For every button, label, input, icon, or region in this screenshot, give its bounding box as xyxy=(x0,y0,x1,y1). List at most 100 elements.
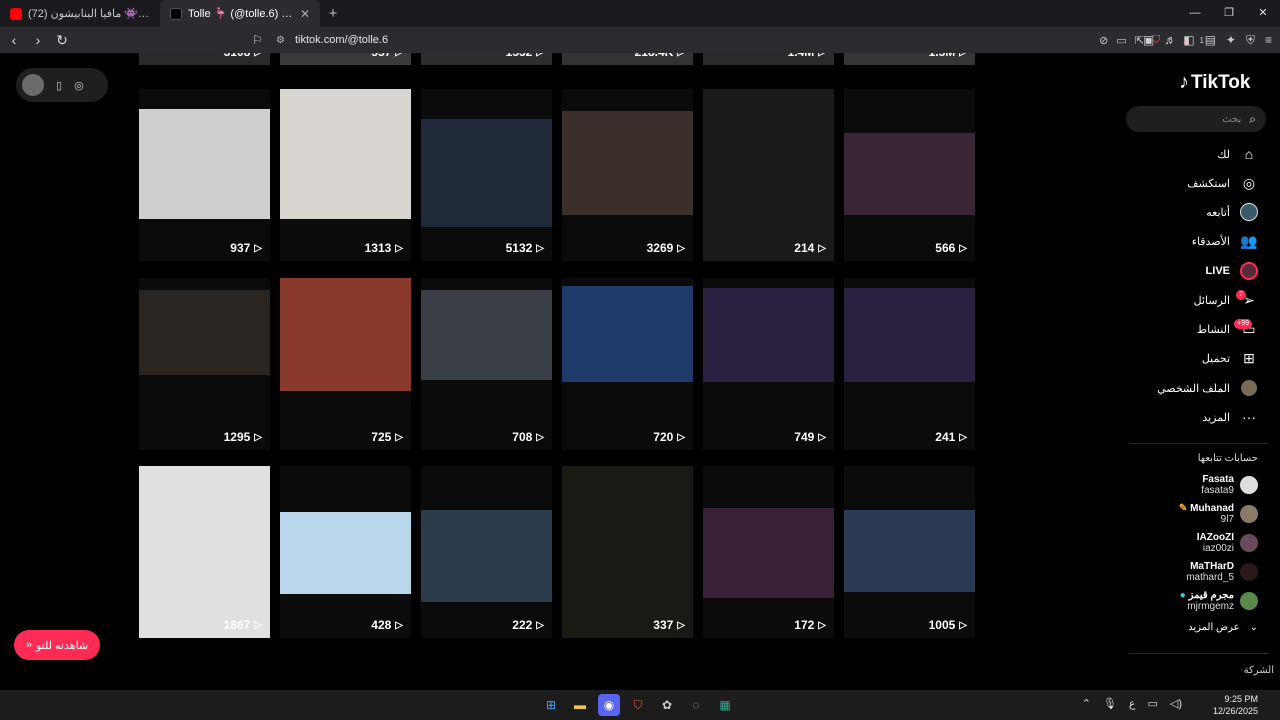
chatgpt-icon[interactable]: ✿ xyxy=(656,694,678,716)
brave-browser-icon[interactable]: ⛉ xyxy=(627,694,649,716)
video-card[interactable]: 1295 ▷ xyxy=(139,278,270,450)
video-card[interactable]: 337 ▷ xyxy=(562,466,693,638)
video-card[interactable]: 5132 ▷ xyxy=(421,89,552,261)
video-thumbnail xyxy=(562,466,693,638)
video-card[interactable]: 218.4K▷ xyxy=(562,53,693,65)
video-card[interactable]: 557 ▷ xyxy=(280,53,411,65)
watched-jump-button[interactable]: » شاهدته للتو xyxy=(14,630,100,660)
following-account[interactable]: IAZooZI iaz00zi xyxy=(1197,530,1258,556)
bookmark-icon[interactable]: ⚐ xyxy=(252,33,263,47)
video-card[interactable]: 1.4M▷ xyxy=(703,53,834,65)
music-icon[interactable]: ♫ xyxy=(1164,33,1173,47)
view-count-value: 937 xyxy=(230,241,251,255)
tiktok-logo[interactable]: ♪ TikTok xyxy=(1179,71,1250,94)
back-icon[interactable]: ‹ xyxy=(4,32,24,48)
home-icon: ⌂ xyxy=(1244,146,1254,162)
video-card[interactable]: 725 ▷ xyxy=(280,278,411,450)
play-icon: ▷ xyxy=(818,53,826,58)
microphone-icon[interactable]: 🎙 xyxy=(1103,697,1117,710)
chevron-down-icon: » xyxy=(25,639,32,651)
video-card[interactable]: 222 ▷ xyxy=(421,466,552,638)
nav-label: الأصدقاء xyxy=(1191,235,1230,248)
video-card[interactable]: 1313 ▷ xyxy=(280,89,411,261)
discord-icon[interactable]: ◉ xyxy=(598,694,620,716)
steam-icon[interactable]: ◌ xyxy=(685,694,707,716)
restore-icon[interactable]: ❐ xyxy=(1212,0,1246,27)
play-icon: ▷ xyxy=(254,619,262,631)
video-card[interactable]: 3269 ▷ xyxy=(562,89,693,261)
mini-player[interactable]: ▯ ◎ xyxy=(16,68,108,102)
wallet-icon[interactable]: ▤ xyxy=(1205,33,1216,47)
split-view-icon[interactable]: ◧ xyxy=(1183,33,1194,47)
ai-icon[interactable]: ✦ xyxy=(1226,33,1236,47)
nav-explore[interactable]: استكشف ◎ xyxy=(1187,172,1258,194)
see-more-accounts[interactable]: عرض المزيد ⌄ xyxy=(1188,622,1258,633)
language-indicator[interactable]: ع xyxy=(1129,697,1136,710)
play-icon: ▷ xyxy=(254,431,262,443)
vpn-icon[interactable]: ⛨ xyxy=(1246,33,1255,48)
nav-more[interactable]: المزيد ··· xyxy=(1202,406,1258,428)
close-window-icon[interactable]: ✕ xyxy=(1246,0,1280,27)
video-card[interactable]: 1.5M▷ xyxy=(844,53,975,65)
video-thumbnail xyxy=(703,288,834,382)
view-count-value: 1.5M xyxy=(929,53,956,59)
tab-youtube[interactable]: (72) مافيا البنابيشون 👾 🤚 - YouTube xyxy=(0,0,160,27)
phone-icon[interactable]: ▯ xyxy=(56,79,62,92)
video-card[interactable]: 1532▷ xyxy=(421,53,552,65)
minimize-icon[interactable]: — xyxy=(1178,0,1212,27)
search-icon[interactable]: ⌕ xyxy=(1249,112,1256,127)
view-count-value: 725 xyxy=(371,430,392,444)
nav-for-you[interactable]: لك ⌂ xyxy=(1217,143,1258,165)
new-tab-button[interactable]: + xyxy=(320,5,346,22)
following-account[interactable]: MaTHarD mathard_5 xyxy=(1186,559,1258,585)
video-card[interactable]: 720 ▷ xyxy=(562,278,693,450)
browser-tab-strip: (72) مافيا البنابيشون 👾 🤚 - YouTube Toll… xyxy=(0,0,1280,27)
menu-icon[interactable]: ≡ xyxy=(1265,33,1272,47)
video-card[interactable]: 937 ▷ xyxy=(139,89,270,261)
company-link[interactable]: الشركة xyxy=(1244,665,1274,676)
nav-friends[interactable]: الأصدقاء 👥 xyxy=(1192,230,1258,252)
search-input[interactable]: بحث ⌕ xyxy=(1126,106,1266,132)
video-card[interactable]: 1867 ▷ xyxy=(139,466,270,638)
file-explorer-icon[interactable]: ▬ xyxy=(569,694,591,716)
site-info-icon[interactable]: ⚙ xyxy=(276,35,285,46)
forward-icon[interactable]: › xyxy=(28,32,48,48)
volume-icon[interactable]: ◁) xyxy=(1170,697,1182,710)
nav-label: النشاط xyxy=(1196,323,1230,336)
excel-icon[interactable]: ▦ xyxy=(714,694,736,716)
view-count-value: 1.4M xyxy=(788,53,815,59)
nav-profile[interactable]: الملف الشخصي xyxy=(1157,377,1258,399)
tab-tiktok[interactable]: Tolle 🦩 (@tolle.6) | TikTok ✕ xyxy=(160,0,320,27)
video-card[interactable]: 3108▷ xyxy=(139,53,270,65)
nav-messages[interactable]: الرسائل ➢ xyxy=(1194,289,1258,311)
nav-live[interactable]: LIVE xyxy=(1206,260,1258,282)
video-card[interactable]: 566 ▷ xyxy=(844,89,975,261)
address-bar[interactable]: ⚐ ⚙ tiktok.com/@tolle.6 xyxy=(252,29,1000,51)
network-icon[interactable]: ▭ xyxy=(1147,697,1157,710)
video-card[interactable]: 214 ▷ xyxy=(703,89,834,261)
cast-icon[interactable]: ▭ xyxy=(1116,34,1126,47)
video-card[interactable]: 172 ▷ xyxy=(703,466,834,638)
following-account[interactable]: Fasata fasata9 xyxy=(1201,472,1258,498)
sidebar-panel-icon[interactable]: ▣ xyxy=(1143,33,1154,47)
following-account[interactable]: ● مجرم قيمز mjrmgemz xyxy=(1180,588,1258,614)
tray-overflow-icon[interactable]: ⌃ xyxy=(1082,697,1091,710)
windows-start-icon[interactable]: ⊞ xyxy=(540,694,562,716)
reload-icon[interactable]: ↻ xyxy=(52,32,72,49)
view-count: 1.4M▷ xyxy=(788,53,826,59)
nav-upload[interactable]: تحميل ⊞ xyxy=(1202,347,1258,369)
translate-icon[interactable]: ⊘ xyxy=(1099,34,1108,47)
video-card[interactable]: 708 ▷ xyxy=(421,278,552,450)
clock[interactable]: 9:25 PM 12/26/2025 xyxy=(1213,693,1258,717)
nav-following[interactable]: أتابعه xyxy=(1206,201,1258,223)
video-card[interactable]: 428 ▷ xyxy=(280,466,411,638)
following-account[interactable]: ✎ Muhanad 9l7 xyxy=(1179,501,1258,527)
avatar xyxy=(1240,534,1258,552)
video-card[interactable]: 241 ▷ xyxy=(844,278,975,450)
compass-icon[interactable]: ◎ xyxy=(74,79,84,92)
see-more-label: عرض المزيد xyxy=(1188,622,1240,633)
video-card[interactable]: 1005 ▷ xyxy=(844,466,975,638)
close-tab-icon[interactable]: ✕ xyxy=(300,7,310,21)
following-section-title: حسابات تتابعها xyxy=(1197,453,1258,464)
video-card[interactable]: 749 ▷ xyxy=(703,278,834,450)
